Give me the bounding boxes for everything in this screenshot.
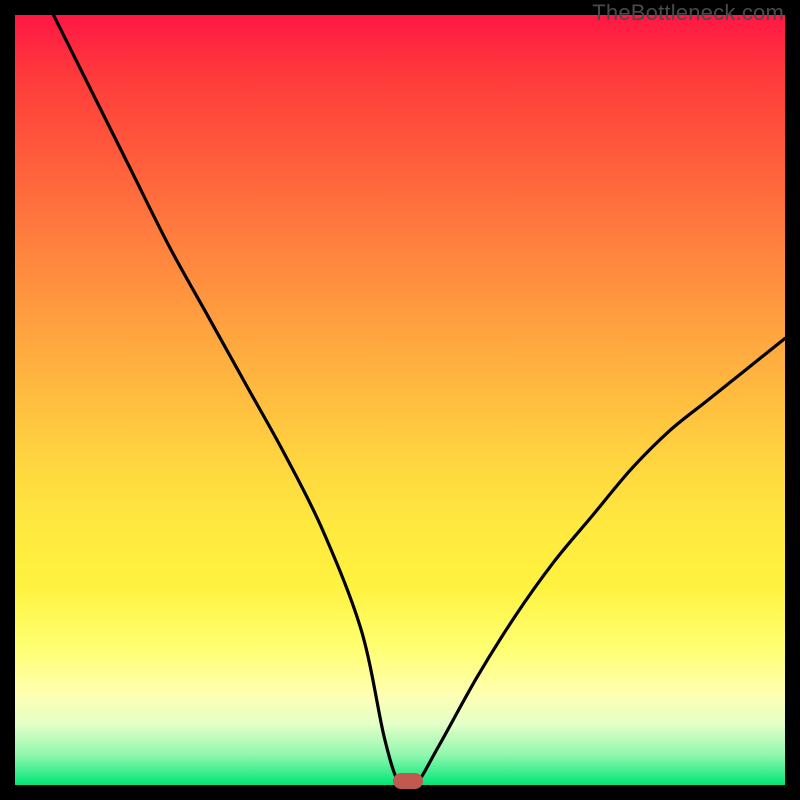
chart-frame: TheBottleneck.com (0, 0, 800, 800)
optimal-marker (393, 773, 423, 789)
watermark-text: TheBottleneck.com (592, 0, 784, 26)
bottleneck-curve (15, 15, 785, 785)
plot-area (15, 15, 785, 785)
